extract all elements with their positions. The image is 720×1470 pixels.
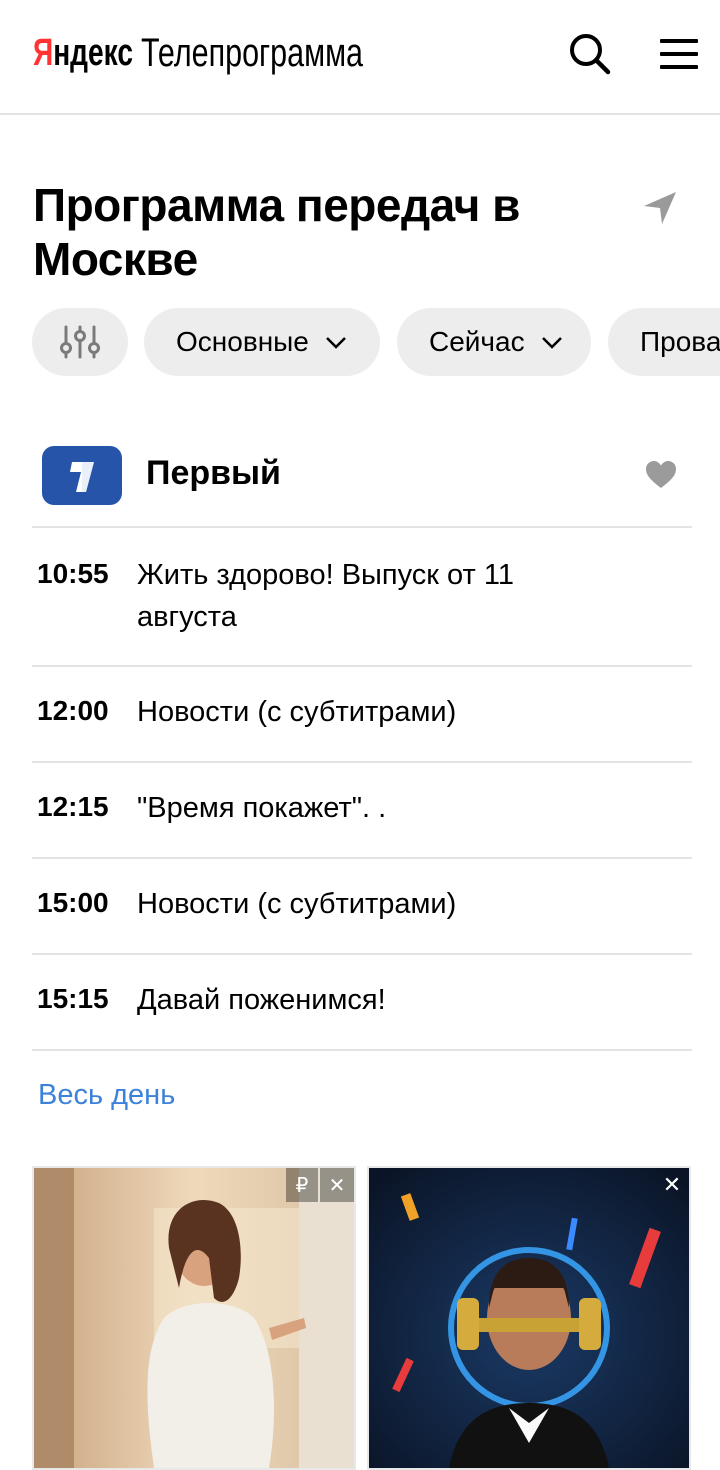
channel-name: Первый [146, 454, 281, 492]
search-icon [570, 34, 611, 75]
program-time: 15:00 [37, 887, 109, 918]
program-time: 12:15 [37, 791, 109, 822]
ad-image [369, 1168, 689, 1468]
all-day-link[interactable]: Весь день [38, 1079, 175, 1112]
menu-button[interactable] [656, 34, 700, 74]
program-row[interactable]: 12:15 "Время покажет". . [32, 763, 692, 859]
ad-close-button[interactable]: ✕ [320, 1168, 354, 1202]
channel-header[interactable]: Первый [32, 440, 692, 528]
filter-bar: Основные Сейчас Прова [32, 308, 720, 376]
filter-provider-dropdown[interactable]: Прова [608, 308, 720, 376]
filter-channels-dropdown[interactable]: Основные [144, 308, 380, 376]
filter-time-label: Сейчас [429, 326, 525, 357]
program-title: Новости (с субтитрами) [137, 888, 457, 920]
program-row[interactable]: 15:00 Новости (с субтитрами) [32, 859, 692, 955]
heart-icon [646, 461, 676, 488]
svg-text:Яндекс: Яндекс [33, 32, 133, 74]
program-time: 15:15 [37, 983, 109, 1014]
channel-one-logo-icon [70, 462, 94, 492]
filter-settings-button[interactable] [32, 308, 128, 376]
program-time: 12:00 [37, 695, 109, 726]
ad-currency-badge: ₽ [286, 1168, 318, 1202]
ad-close-button[interactable]: ✕ [655, 1168, 689, 1202]
logo-service-name: Телепрограмма [141, 31, 363, 75]
ad-image [34, 1168, 354, 1468]
sliders-icon [60, 325, 100, 359]
filter-provider-label: Прова [640, 326, 720, 357]
chevron-down-icon [541, 337, 562, 349]
page-title: Программа передач в Москве [33, 179, 520, 285]
ad-banner-left[interactable]: ₽ ✕ [32, 1166, 356, 1470]
ad-banner-right[interactable]: ✕ [367, 1166, 691, 1470]
channel-logo [42, 446, 122, 505]
app-header: Яндекс Телепрограмма [0, 0, 720, 115]
program-title: Новости (с субтитрами) [137, 696, 457, 728]
program-row[interactable]: 10:55 Жить здорово! Выпуск от 11 августа [32, 530, 692, 667]
program-row[interactable]: 15:15 Давай поженимся! [32, 955, 692, 1051]
yandex-tv-logo[interactable]: Яндекс Телепрограмма [33, 28, 363, 75]
location-button[interactable] [640, 188, 680, 228]
program-title: Жить здорово! Выпуск от 11 августа [137, 559, 514, 633]
program-time: 10:55 [37, 558, 109, 589]
filter-time-dropdown[interactable]: Сейчас [397, 308, 591, 376]
location-arrow-icon [644, 192, 676, 224]
logo-wordmark: Яндекс Телепрограмма [33, 31, 363, 75]
program-title: "Время покажет". . [137, 792, 387, 824]
program-row[interactable]: 12:00 Новости (с субтитрами) [32, 667, 692, 763]
program-list: 10:55 Жить здорово! Выпуск от 11 августа… [32, 530, 692, 1051]
filter-channels-label: Основные [176, 326, 309, 357]
chevron-down-icon [325, 337, 346, 349]
search-button[interactable] [566, 30, 614, 78]
hamburger-icon [660, 39, 698, 69]
program-title: Давай поженимся! [137, 984, 386, 1016]
favorite-button[interactable] [644, 458, 678, 492]
